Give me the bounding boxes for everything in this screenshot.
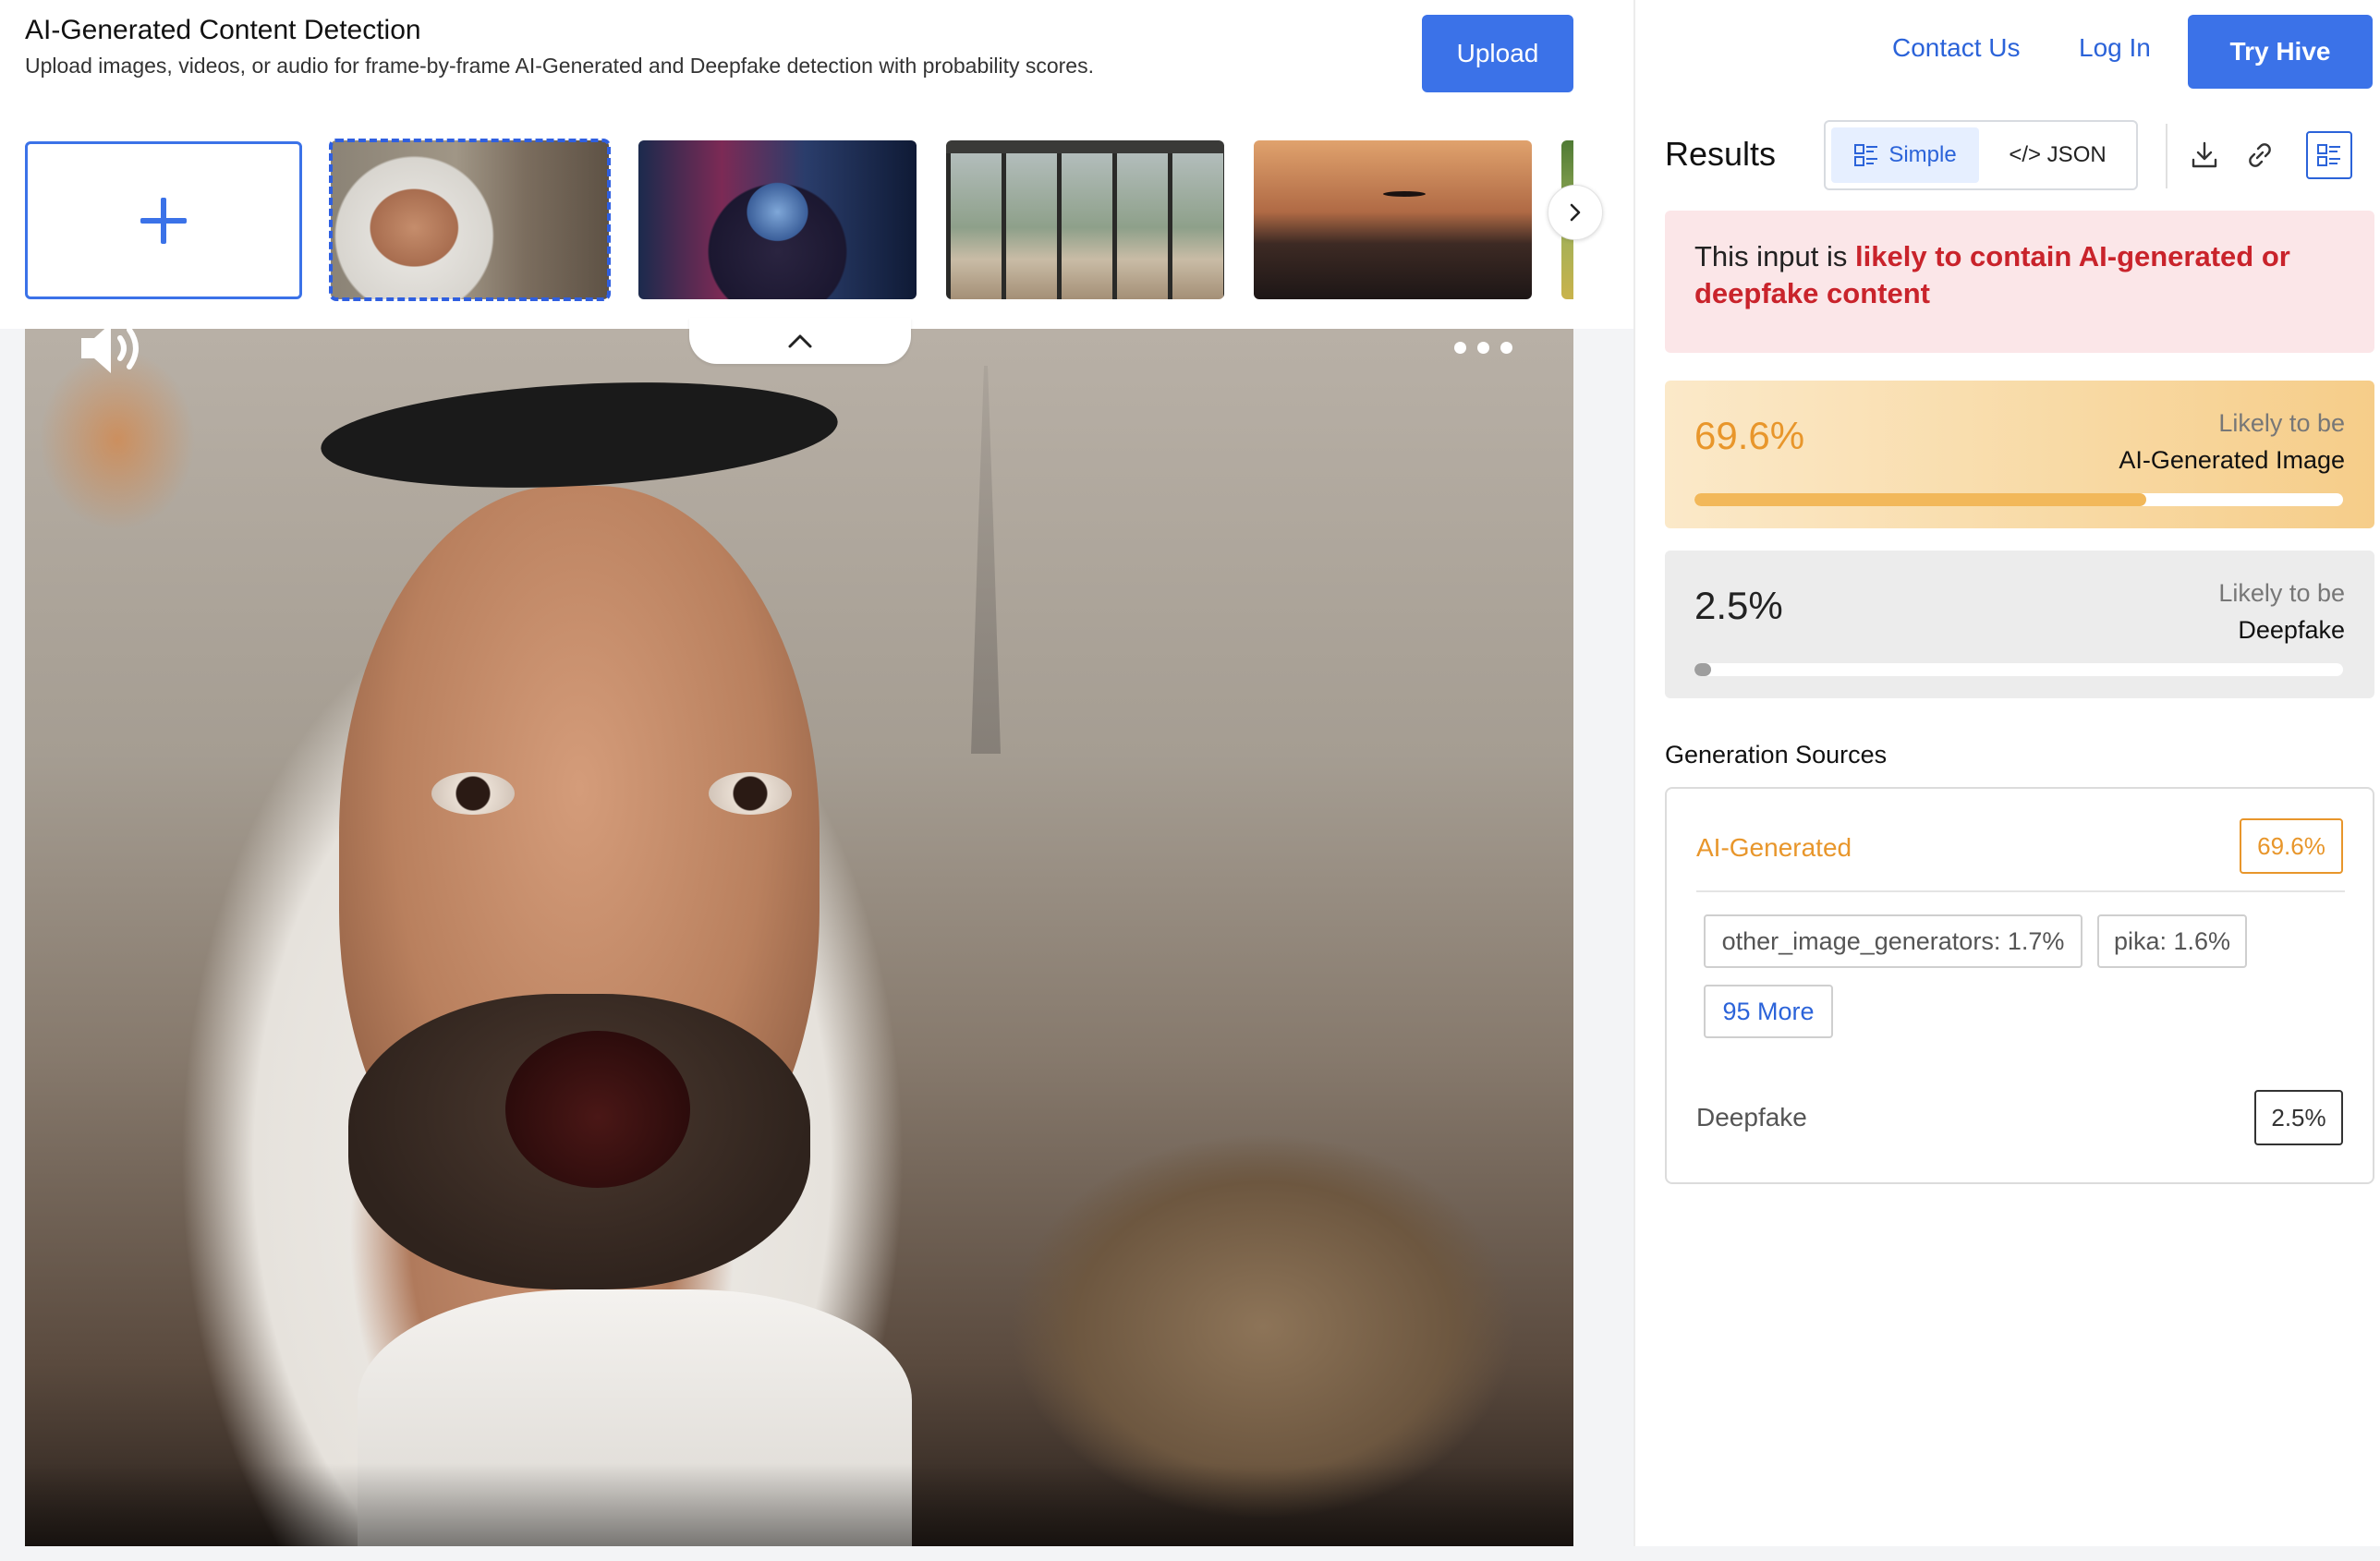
toolbar-divider — [2166, 124, 2168, 188]
list-view-icon — [1854, 144, 1878, 166]
generation-sources-title: Generation Sources — [1665, 741, 1888, 768]
speaker-icon[interactable] — [79, 321, 150, 375]
verdict-prefix: This input is — [1694, 240, 1856, 272]
sources-divider — [1696, 890, 2345, 892]
deepfake-badge: 2.5% — [2254, 1090, 2343, 1145]
plus-icon — [140, 197, 187, 244]
thumbnail-next-button[interactable] — [1548, 185, 1603, 240]
ai-score-value: 69.6% — [1694, 414, 1805, 457]
log-in-link[interactable]: Log In — [2079, 33, 2151, 63]
image-eye-left — [431, 772, 515, 815]
thumbnail-modern-interior[interactable] — [946, 140, 1224, 299]
dot — [1477, 341, 1489, 354]
results-pane: Contact Us Log In Try Hive Results Simpl… — [1635, 0, 2380, 1546]
bottom-strip — [0, 1546, 2380, 1561]
deepfake-score-value: 2.5% — [1694, 584, 1783, 627]
ai-caption-top: Likely to be — [2218, 409, 2345, 437]
image-viewer[interactable] — [25, 329, 1573, 1546]
verdict-banner: This input is likely to contain AI-gener… — [1665, 211, 2374, 353]
deepfake-score-fill — [1694, 663, 1711, 676]
image-skyline — [971, 366, 1001, 754]
ai-caption-label: AI-Generated Image — [2119, 446, 2345, 474]
chevron-right-icon — [1570, 203, 1581, 222]
source-chip-other-image-generators[interactable]: other_image_generators: 1.7% — [1704, 914, 2082, 968]
details-view-button[interactable] — [2306, 131, 2352, 179]
generation-sources-panel: AI-Generated 69.6% other_image_generator… — [1665, 787, 2374, 1184]
page-title: AI-Generated Content Detection — [25, 15, 421, 45]
image-headband — [318, 370, 841, 500]
collapse-toggle[interactable] — [689, 318, 911, 364]
ai-generated-score-card: 69.6% Likely to be AI-Generated Image — [1665, 381, 2374, 528]
ai-generated-badge: 69.6% — [2240, 818, 2343, 874]
download-icon[interactable] — [2186, 137, 2223, 174]
chevron-up-icon — [788, 334, 812, 348]
more-sources-button[interactable]: 95 More — [1704, 985, 1833, 1038]
ai-score-bar — [1694, 493, 2343, 506]
main-pane: AI-Generated Content Detection Upload im… — [0, 0, 1633, 1561]
add-media-button[interactable] — [25, 141, 302, 299]
thumbnail-man-headdress-selected[interactable] — [329, 139, 611, 301]
image-eye-right — [709, 772, 792, 815]
source-chip-pika[interactable]: pika: 1.6% — [2097, 914, 2247, 968]
view-simple-label: Simple — [1888, 142, 1957, 167]
view-json-button[interactable]: </> JSON — [1985, 127, 2131, 183]
dot — [1454, 341, 1466, 354]
deepfake-label: Deepfake — [1696, 1103, 1807, 1131]
results-title: Results — [1665, 135, 1777, 173]
page-subtitle: Upload images, videos, or audio for fram… — [25, 54, 1094, 78]
ai-generated-label: AI-Generated — [1696, 833, 1852, 862]
view-simple-button[interactable]: Simple — [1831, 127, 1979, 183]
list-view-icon — [2317, 144, 2340, 166]
view-toggle: Simple </> JSON — [1824, 120, 2138, 190]
thumbnail-cyberpunk-woman[interactable] — [638, 140, 917, 299]
deepfake-caption-top: Likely to be — [2218, 579, 2345, 607]
more-dots-icon[interactable] — [1454, 338, 1519, 357]
app: AI-Generated Content Detection Upload im… — [0, 0, 2380, 1561]
image-shade — [25, 1463, 1573, 1546]
deepfake-score-caption: Likely to be Deepfake — [2218, 575, 2345, 648]
image-mouth — [505, 1031, 690, 1188]
deepfake-score-card: 2.5% Likely to be Deepfake — [1665, 551, 2374, 698]
try-hive-button[interactable]: Try Hive — [2188, 15, 2373, 89]
ai-score-caption: Likely to be AI-Generated Image — [2119, 405, 2345, 478]
deepfake-caption-label: Deepfake — [2238, 616, 2345, 644]
thumbnail-sunset-aircraft[interactable] — [1254, 140, 1532, 299]
thumbnail-strip — [25, 139, 1573, 305]
deepfake-score-bar — [1694, 663, 2343, 676]
upload-button[interactable]: Upload — [1422, 15, 1573, 92]
link-icon[interactable] — [2241, 137, 2278, 174]
view-json-label: </> JSON — [2009, 142, 2107, 167]
dot — [1500, 341, 1512, 354]
contact-us-link[interactable]: Contact Us — [1892, 33, 2021, 63]
top-bar: AI-Generated Content Detection Upload im… — [0, 0, 1633, 329]
ai-score-fill — [1694, 493, 2146, 506]
